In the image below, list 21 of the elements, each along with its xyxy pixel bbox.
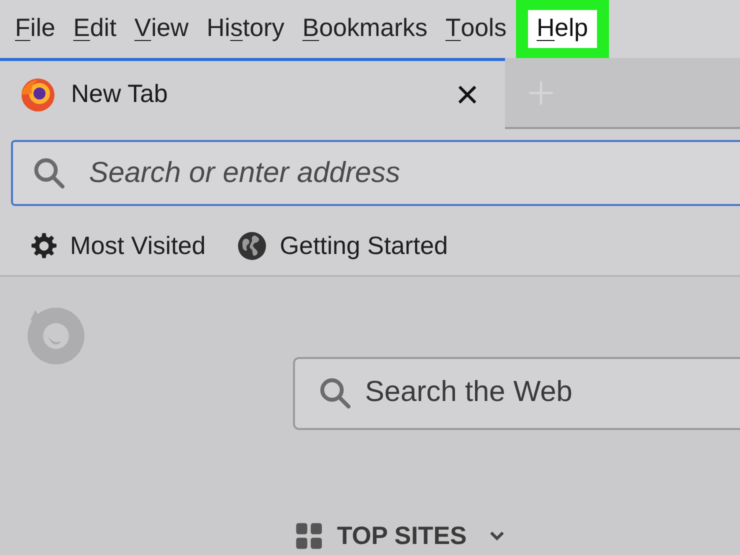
grid-icon	[295, 522, 323, 550]
bookmark-item[interactable]: Getting Started	[236, 228, 448, 266]
tab-title: New Tab	[71, 79, 168, 110]
menu-item[interactable]: Edit	[64, 10, 126, 48]
address-bar[interactable]: Search or enter address	[11, 140, 740, 206]
web-search-field[interactable]: Search the Web	[293, 356, 740, 430]
gear-icon	[30, 232, 58, 260]
menu-item[interactable]: Tools	[436, 10, 516, 48]
close-tab-button[interactable]: ×	[456, 75, 479, 116]
menu-item[interactable]: Bookmarks	[293, 10, 436, 48]
web-search-input[interactable]: Search the Web	[365, 371, 740, 415]
menu-item[interactable]: View	[125, 10, 198, 48]
bookmark-item[interactable]: Most Visited	[30, 228, 206, 266]
menu-item[interactable]: File	[6, 10, 64, 48]
top-sites-heading: TOP SITES	[337, 520, 467, 552]
menu-item[interactable]: Help	[516, 0, 610, 60]
firefox-logo-icon	[25, 304, 87, 366]
browser-tab[interactable]: New Tab ×	[0, 58, 505, 130]
firefox-logo-icon	[20, 77, 56, 114]
globe-icon	[236, 230, 268, 262]
menu-item[interactable]: History	[198, 10, 294, 48]
